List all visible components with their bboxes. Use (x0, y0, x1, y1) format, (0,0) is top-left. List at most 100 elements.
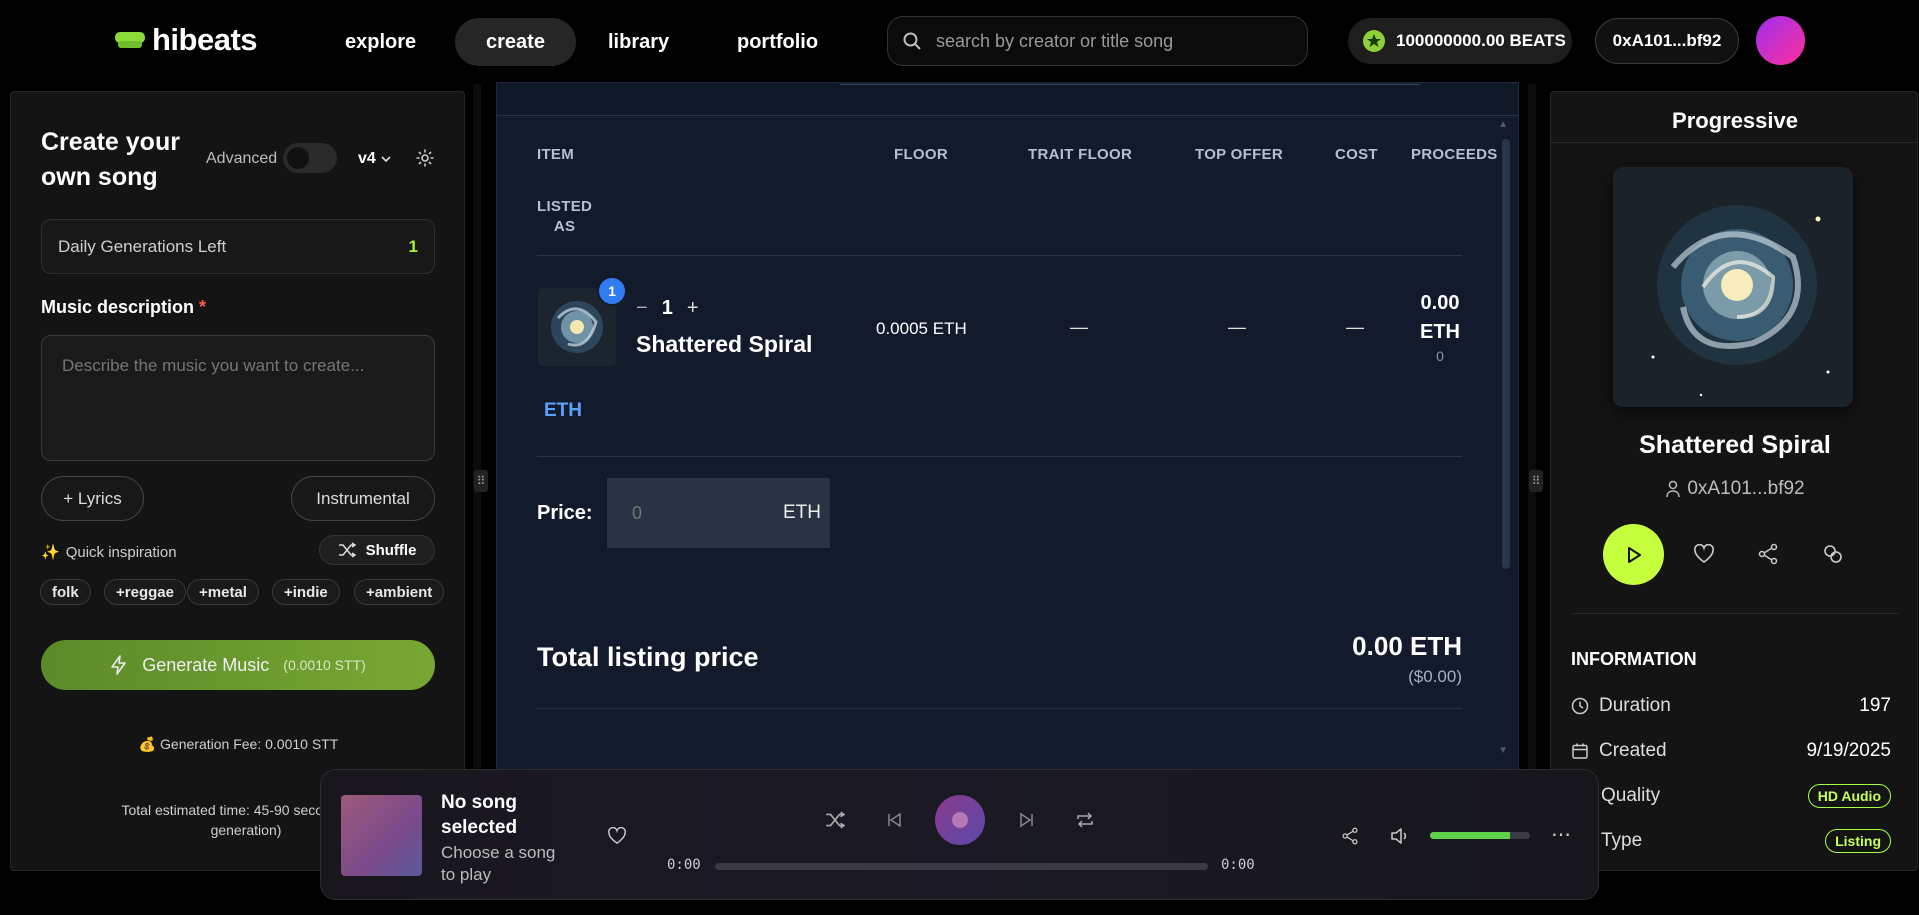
advanced-toggle[interactable] (283, 143, 337, 173)
avatar[interactable] (1756, 16, 1805, 65)
music-player-bar: No song selected Choose a song to play 0… (320, 769, 1599, 900)
volume-icon[interactable] (1390, 826, 1412, 846)
column-header-proceeds: PROCEEDS (1411, 146, 1498, 163)
info-label: Created (1599, 740, 1667, 761)
time-current: 0:00 (667, 857, 701, 873)
scroll-up-icon[interactable]: ▲ (1498, 119, 1508, 130)
nav-explore[interactable]: explore (314, 18, 447, 66)
share-icon[interactable] (1757, 543, 1779, 565)
quantity-stepper: − 1 + (636, 297, 699, 320)
price-label: Price: (537, 502, 593, 524)
genre-tag[interactable]: +reggae (104, 579, 186, 605)
skip-forward-icon[interactable] (1019, 812, 1035, 828)
genre-tag[interactable]: +metal (187, 579, 259, 605)
play-icon (1627, 546, 1641, 563)
track-subtitle-line-2: to play (441, 865, 492, 884)
quality-badge: HD Audio (1807, 784, 1891, 808)
item-name: Shattered Spiral (636, 331, 813, 357)
drag-handle-icon[interactable]: ⠿ (474, 470, 488, 492)
column-header-cost: COST (1335, 146, 1378, 163)
heart-icon[interactable] (607, 827, 627, 845)
column-header-top-offer: TOP OFFER (1195, 146, 1283, 163)
repeat-icon[interactable] (1075, 811, 1095, 829)
divider (537, 255, 1462, 256)
scroll-down-icon[interactable]: ▼ (1498, 745, 1508, 756)
version-value: v4 (358, 150, 376, 167)
share-icon[interactable] (1341, 826, 1359, 846)
nav-portfolio[interactable]: portfolio (706, 18, 849, 66)
skip-back-icon[interactable] (886, 812, 902, 828)
add-lyrics-button[interactable]: + Lyrics (41, 476, 144, 521)
quick-inspiration: ✨ Quick inspiration (41, 543, 177, 562)
information-heading: INFORMATION (1571, 649, 1697, 669)
shuffle-icon[interactable] (825, 811, 845, 829)
generate-music-button[interactable]: Generate Music (0.0010 STT) (41, 640, 435, 690)
track-title-line-1: No song (441, 792, 517, 813)
column-header-item: ITEM (537, 146, 575, 163)
total-listing-price-usd: ($0.00) (1408, 667, 1462, 686)
nav-create[interactable]: create (455, 18, 576, 66)
column-header-trait-floor: TRAIT FLOOR (1028, 146, 1133, 163)
gear-icon[interactable] (415, 148, 435, 168)
shuffle-icon (338, 542, 356, 558)
generate-music-label: Generate Music (142, 654, 270, 675)
minus-icon[interactable]: − (636, 297, 648, 320)
shuffle-label: Shuffle (365, 541, 417, 559)
play-pause-button[interactable] (935, 795, 985, 845)
shuffle-button[interactable]: Shuffle (319, 535, 435, 565)
search-bar[interactable] (887, 16, 1308, 66)
song-artist[interactable]: 0xA101...bf92 (1551, 478, 1917, 500)
floor-value: 0.0005 ETH (876, 319, 967, 338)
price-input[interactable] (632, 502, 742, 524)
wallet-address-button[interactable]: 0xA101...bf92 (1595, 18, 1739, 64)
quantity-value: 1 (661, 297, 673, 319)
search-input[interactable] (936, 30, 1276, 52)
genre-tag[interactable]: +ambient (354, 579, 445, 605)
column-header-listed-as: LISTED AS (537, 197, 592, 237)
required-marker: * (199, 297, 207, 317)
nav-library[interactable]: library (577, 18, 700, 66)
beats-balance[interactable]: 100000000.00 BEATS (1348, 18, 1572, 64)
create-song-panel: Create your own song Advanced v4 Daily G… (10, 91, 465, 871)
genre-tag[interactable]: +indie (272, 579, 340, 605)
heart-icon[interactable] (1693, 544, 1715, 564)
drag-handle-icon[interactable]: ⠿ (1529, 470, 1543, 492)
price-input-box[interactable]: ETH (607, 478, 830, 548)
version-select[interactable]: v4 (358, 150, 392, 168)
link-icon[interactable] (1822, 543, 1844, 565)
artist-address: 0xA101...bf92 (1687, 478, 1805, 499)
listed-as-line-1: LISTED (537, 198, 593, 215)
track-subtitle: Choose a song to play (441, 842, 555, 886)
scrollbar[interactable] (1502, 117, 1510, 757)
logo[interactable]: hibeats (114, 22, 258, 58)
title-line-2: own song (41, 163, 158, 191)
total-listing-price-value: 0.00 ETH (1352, 631, 1462, 661)
beats-coin-icon (1363, 30, 1385, 52)
generation-fee-text: Generation Fee: 0.0010 STT (160, 736, 339, 752)
proceeds-amount: 0.00 (1420, 292, 1460, 314)
music-description-input[interactable] (41, 335, 435, 461)
album-art (1613, 167, 1853, 407)
track-artwork (341, 795, 422, 876)
clock-icon (1571, 697, 1589, 715)
volume-slider[interactable] (1430, 832, 1530, 839)
instrumental-button[interactable]: Instrumental (291, 476, 435, 521)
divider (537, 708, 1462, 709)
song-title: Shattered Spiral (1639, 431, 1831, 459)
daily-generations-value: 1 (408, 236, 418, 256)
progress-bar[interactable] (715, 863, 1208, 870)
genre-tag[interactable]: folk (40, 579, 91, 605)
more-options-icon[interactable]: ⋯ (1551, 822, 1572, 847)
listing-header-strip (497, 83, 1518, 116)
info-value: 9/19/2025 (1806, 740, 1891, 761)
play-button[interactable] (1603, 524, 1664, 585)
top-navigation: hibeats explore create library portfolio… (0, 0, 1919, 84)
logo-icon (115, 32, 145, 48)
money-bag-icon: 💰 (138, 736, 157, 752)
divider (1571, 613, 1899, 614)
info-row-type: Type Listing (1571, 829, 1891, 853)
trait-floor-value: — (1070, 317, 1088, 337)
plus-icon[interactable]: + (687, 297, 699, 320)
track-title-line-2: selected (441, 817, 518, 838)
balance-text: 100000000.00 BEATS (1396, 31, 1566, 50)
